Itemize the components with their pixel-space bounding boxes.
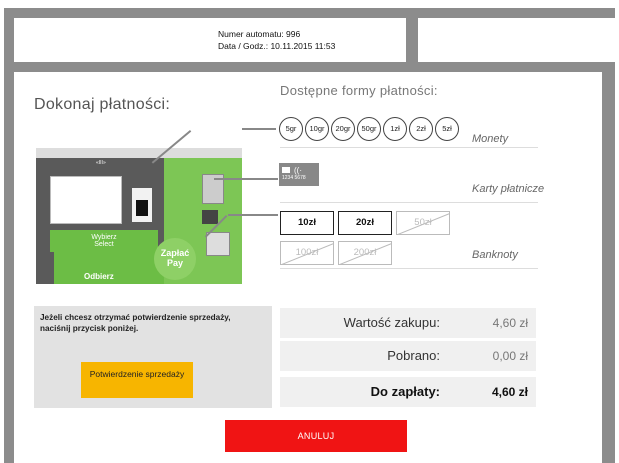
card-reader-icon (202, 210, 218, 224)
header-info-panel (14, 18, 406, 62)
machine-screen (50, 176, 122, 224)
header-info: Numer automatu: 996 Data / Godz.: 10.11.… (218, 28, 335, 52)
card-digits: 1234 5678 (282, 175, 306, 181)
receipt-info: Jeżeli chcesz otrzymać potwierdzenie spr… (40, 313, 231, 333)
payment-forms-title: Dostępne formy płatności: (280, 83, 438, 98)
machine-coin-slot-inner (136, 200, 148, 216)
coin-5zl: 5zł (435, 117, 459, 141)
cancel-button[interactable]: ANULUJ (225, 420, 407, 452)
vending-machine-illustration: «III» Wybierz Select Odbierz Zapłać Pay (36, 148, 242, 284)
datetime: Data / Godz.: 10.11.2015 11:53 (218, 41, 336, 51)
banknotes-row-1: 10zł 20zł 50zł (280, 211, 450, 235)
card-connector (214, 178, 278, 180)
contactless-icon: ((· (294, 166, 302, 175)
banknotes-label: Banknoty (472, 249, 518, 261)
cards-label: Karty płatnicze (472, 183, 545, 195)
machine-select-label: Wybierz Select (50, 230, 158, 252)
coins-divider (280, 147, 538, 148)
amount-due-row: Do zapłaty: 4,60 zł (280, 377, 536, 407)
purchase-value: 4,60 zł (492, 316, 528, 330)
payment-card-icon: ((· 1234 5678 (279, 163, 319, 186)
machine-collect-label: Odbierz (84, 272, 114, 281)
banknotes-divider (280, 268, 538, 269)
collected-label: Pobrano: (387, 348, 440, 363)
banknote-acceptor-icon (206, 232, 230, 256)
machine-number: Numer automatu: 996 (218, 29, 301, 39)
purchase-value-label: Wartość zakupu: (343, 315, 440, 330)
machine-pay-badge: Zapłać Pay (154, 238, 196, 280)
purchase-value-row: Wartość zakupu: 4,60 zł (280, 308, 536, 338)
banknote-200zl-disabled: 200zł (338, 241, 392, 265)
coin-2zl: 2zł (409, 117, 433, 141)
collected-value: 0,00 zł (492, 349, 528, 363)
amount-due-value: 4,60 zł (491, 385, 528, 399)
amount-due-label: Do zapłaty: (370, 384, 440, 399)
machine-top-label: «III» (96, 160, 106, 166)
banknote-100zl-disabled: 100zł (280, 241, 334, 265)
coin-10gr: 10gr (305, 117, 329, 141)
select-text: Wybierz Select (91, 234, 117, 248)
banknote-20zl: 20zł (338, 211, 392, 235)
coins-list: 5gr 10gr 20gr 50gr 1zł 2zł 5zł (279, 117, 459, 141)
confirm-sale-button[interactable]: Potwierdzenie sprzedaży (81, 362, 193, 398)
banknote-50zl-disabled: 50zł (396, 211, 450, 235)
banknote-connector-h (228, 214, 278, 216)
pay-text: Zapłać Pay (160, 248, 190, 268)
header-side-panel (418, 18, 615, 62)
coin-5gr: 5gr (279, 117, 303, 141)
coin-20gr: 20gr (331, 117, 355, 141)
coins-label: Monety (472, 133, 509, 145)
coin-1zl: 1zł (383, 117, 407, 141)
card-chip-icon (282, 167, 290, 173)
machine-top (36, 148, 242, 158)
coin-50gr: 50gr (357, 117, 381, 141)
coin-connector-h (242, 128, 276, 130)
page-title: Dokonaj płatności: (34, 96, 171, 113)
cards-divider (280, 202, 538, 203)
collected-row: Pobrano: 0,00 zł (280, 341, 536, 371)
banknotes-row-2: 100zł 200zł (280, 241, 392, 265)
banknote-10zl: 10zł (280, 211, 334, 235)
